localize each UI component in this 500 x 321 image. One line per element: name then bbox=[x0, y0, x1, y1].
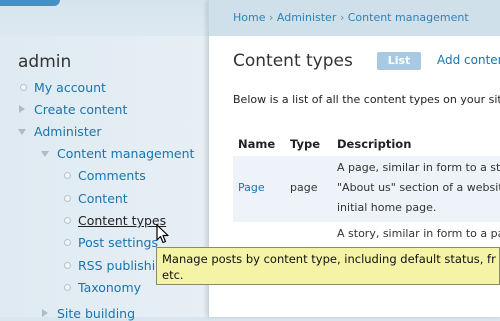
breadcrumb-separator: › bbox=[339, 11, 345, 24]
tooltip-line: etc. bbox=[162, 268, 184, 282]
bullet-icon bbox=[64, 284, 71, 291]
content-type-machine-name: page bbox=[290, 181, 318, 194]
breadcrumb-separator: › bbox=[268, 11, 274, 24]
sidebar-item-label: Content bbox=[78, 191, 128, 206]
collapse-arrow-icon bbox=[18, 129, 26, 135]
expand-arrow-icon bbox=[19, 105, 25, 113]
expand-arrow-icon bbox=[42, 309, 48, 317]
breadcrumb-bar: Home › Administer › Content management bbox=[209, 0, 500, 36]
sidebar-item-content[interactable]: Content bbox=[64, 191, 128, 206]
column-header-type[interactable]: Type bbox=[290, 137, 320, 151]
content-type-description-line: initial home page. bbox=[337, 201, 437, 214]
table-row: Page page A page, similar in form to a s… bbox=[233, 156, 500, 222]
bullet-icon bbox=[64, 239, 71, 246]
content-type-description-line: A page, similar in form to a sto bbox=[337, 161, 500, 174]
sidebar-item-comments[interactable]: Comments bbox=[64, 168, 146, 183]
sidebar-item-label: Taxonomy bbox=[78, 280, 142, 295]
mouse-pointer-icon bbox=[156, 224, 169, 244]
tooltip-line: Manage posts by content type, including … bbox=[162, 252, 496, 266]
sidebar-item-administer[interactable]: Administer bbox=[18, 124, 102, 139]
sidebar-item-label: Site building bbox=[57, 306, 136, 321]
header-accent bbox=[0, 0, 60, 6]
sidebar-item-post-settings[interactable]: Post settings bbox=[64, 235, 158, 250]
tooltip: Manage posts by content type, including … bbox=[156, 247, 500, 285]
sidebar-item-label: Administer bbox=[34, 124, 102, 139]
sidebar-item-my-account[interactable]: My account bbox=[20, 80, 106, 95]
sidebar-item-label: Create content bbox=[34, 102, 128, 117]
tab-list[interactable]: List bbox=[377, 52, 421, 70]
content-type-description-line: "About us" section of a website bbox=[337, 181, 500, 194]
breadcrumb: Home › Administer › Content management bbox=[233, 11, 469, 24]
collapse-arrow-icon bbox=[41, 151, 49, 157]
bullet-icon bbox=[64, 262, 71, 269]
bullet-icon bbox=[64, 217, 71, 224]
bullet-icon bbox=[64, 195, 71, 202]
intro-text: Below is a list of all the content types… bbox=[233, 93, 500, 106]
sidebar-item-label: Content management bbox=[57, 146, 195, 161]
sidebar-item-create-content[interactable]: Create content bbox=[19, 102, 128, 117]
sidebar-item-taxonomy[interactable]: Taxonomy bbox=[64, 280, 142, 295]
sidebar-item-label: Post settings bbox=[78, 235, 158, 250]
sidebar-item-label: Comments bbox=[78, 168, 146, 183]
content-type-description-line: A story, similar in form to a pa bbox=[337, 227, 500, 240]
breadcrumb-content-management[interactable]: Content management bbox=[348, 11, 469, 24]
sidebar-item-content-types[interactable]: Content types bbox=[64, 213, 167, 228]
column-header-description: Description bbox=[337, 137, 412, 151]
sidebar-item-label: My account bbox=[34, 80, 106, 95]
breadcrumb-home[interactable]: Home bbox=[233, 11, 265, 24]
sidebar-item-label: Content types bbox=[78, 213, 167, 228]
page-title: Content types bbox=[233, 51, 353, 71]
content-type-name-link[interactable]: Page bbox=[238, 178, 265, 198]
tab-add-content-type[interactable]: Add conten bbox=[437, 53, 500, 67]
sidebar-item-content-management[interactable]: Content management bbox=[41, 146, 195, 161]
column-header-name[interactable]: Name bbox=[238, 137, 275, 151]
bullet-icon bbox=[20, 84, 27, 91]
bullet-icon bbox=[64, 172, 71, 179]
breadcrumb-administer[interactable]: Administer bbox=[277, 11, 336, 24]
sidebar-title: admin bbox=[18, 52, 72, 72]
sidebar-item-site-building[interactable]: Site building bbox=[42, 306, 136, 321]
